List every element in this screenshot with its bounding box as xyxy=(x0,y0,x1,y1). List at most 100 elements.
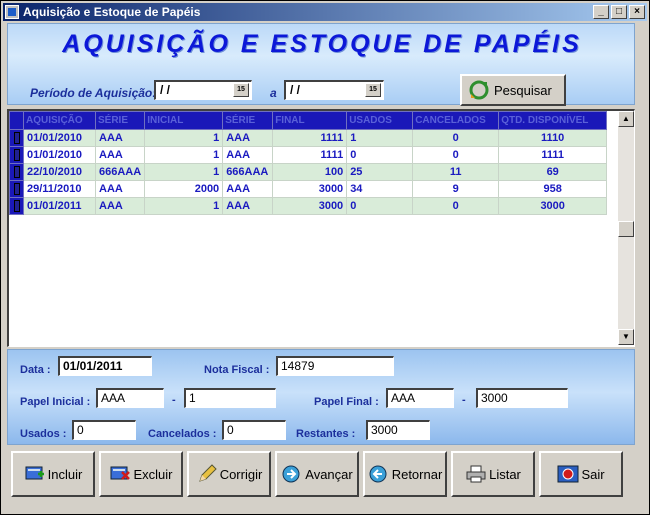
cancelados-field[interactable]: 0 xyxy=(222,420,286,440)
usados-field[interactable]: 0 xyxy=(72,420,136,440)
row-indicator[interactable] xyxy=(9,180,24,198)
corrigir-button[interactable]: Corrigir xyxy=(187,451,271,497)
cell-usados[interactable]: 34 xyxy=(346,180,414,198)
grid-header-row: AQUISIÇÃO SÉRIE INICIAL SÉRIE FINAL USAD… xyxy=(9,111,608,130)
cell-usados[interactable]: 1 xyxy=(346,129,414,147)
papel-inicial-num-field[interactable]: 1 xyxy=(184,388,276,408)
close-button[interactable]: × xyxy=(629,5,645,19)
row-indicator[interactable] xyxy=(9,129,24,147)
calendar-to-icon[interactable]: 15 xyxy=(365,83,381,97)
cell-final[interactable]: 1111 xyxy=(272,129,348,147)
table-row[interactable]: 01/01/2011 AAA 1 AAA 3000 0 0 3000 xyxy=(9,197,608,215)
cell-cancelados[interactable]: 0 xyxy=(412,146,500,164)
col-header-aquisicao[interactable]: AQUISIÇÃO xyxy=(23,111,96,130)
cell-serie-final[interactable]: AAA xyxy=(222,146,274,164)
cell-usados[interactable]: 0 xyxy=(346,197,414,215)
col-header-cancelados[interactable]: CANCELADOS xyxy=(412,111,500,130)
cell-qtd-disponivel[interactable]: 3000 xyxy=(498,197,608,215)
cell-inicial[interactable]: 1 xyxy=(144,163,224,181)
restantes-value: 3000 xyxy=(371,423,398,437)
cell-cancelados[interactable]: 9 xyxy=(412,180,500,198)
grid-indicator-header xyxy=(9,111,24,130)
nota-fiscal-field[interactable]: 14879 xyxy=(276,356,394,376)
row-indicator[interactable] xyxy=(9,146,24,164)
date-to-input[interactable]: / / 15 xyxy=(284,80,384,100)
table-row[interactable]: 01/01/2010 AAA 1 AAA 1111 1 0 1110 xyxy=(9,129,608,147)
cell-aquisicao[interactable]: 01/01/2010 xyxy=(23,129,96,147)
cell-aquisicao[interactable]: 22/10/2010 xyxy=(23,163,96,181)
cell-serie-final[interactable]: 666AAA xyxy=(222,163,274,181)
cell-qtd-disponivel[interactable]: 1110 xyxy=(498,129,608,147)
scroll-thumb[interactable] xyxy=(618,221,634,237)
acquisitions-grid[interactable]: AQUISIÇÃO SÉRIE INICIAL SÉRIE FINAL USAD… xyxy=(7,109,635,347)
scroll-up-icon[interactable]: ▲ xyxy=(618,111,634,127)
avancar-button[interactable]: Avançar xyxy=(275,451,359,497)
nota-fiscal-value: 14879 xyxy=(281,359,315,373)
cell-qtd-disponivel[interactable]: 69 xyxy=(498,163,608,181)
cell-serie-inicial[interactable]: AAA xyxy=(95,129,146,147)
cell-aquisicao[interactable]: 01/01/2010 xyxy=(23,146,96,164)
incluir-button[interactable]: Incluir xyxy=(11,451,95,497)
minimize-button[interactable]: _ xyxy=(593,5,609,19)
col-header-inicial[interactable]: INICIAL xyxy=(144,111,224,130)
col-header-serie-inicial[interactable]: SÉRIE xyxy=(94,111,146,130)
cell-inicial[interactable]: 1 xyxy=(144,129,224,147)
papel-inicial-serie-value: AAA xyxy=(101,391,126,405)
papel-inicial-serie-field[interactable]: AAA xyxy=(96,388,164,408)
title-bar[interactable]: Aquisição e Estoque de Papéis _ □ × xyxy=(3,3,647,21)
table-row[interactable]: 01/01/2010 AAA 1 AAA 1111 0 0 1111 xyxy=(9,146,608,164)
papel-final-serie-field[interactable]: AAA xyxy=(386,388,454,408)
papel-final-num-value: 3000 xyxy=(481,391,508,405)
cell-qtd-disponivel[interactable]: 958 xyxy=(498,180,608,198)
cell-inicial[interactable]: 1 xyxy=(144,146,224,164)
search-button[interactable]: Pesquisar xyxy=(460,74,566,106)
grid-vertical-scrollbar[interactable]: ▲ ▼ xyxy=(618,111,634,345)
row-indicator[interactable] xyxy=(9,197,24,215)
table-row[interactable]: 29/11/2010 AAA 2000 AAA 3000 34 9 958 xyxy=(9,180,608,198)
cell-cancelados[interactable]: 0 xyxy=(412,129,500,147)
cell-aquisicao[interactable]: 29/11/2010 xyxy=(23,180,96,198)
col-header-qtd-disponivel[interactable]: QTD. DISPONÍVEL xyxy=(498,111,608,130)
papel-final-num-field[interactable]: 3000 xyxy=(476,388,568,408)
incluir-label: Incluir xyxy=(47,466,83,482)
listar-button[interactable]: Listar xyxy=(451,451,535,497)
cell-serie-final[interactable]: AAA xyxy=(222,197,274,215)
cell-serie-final[interactable]: AAA xyxy=(222,129,274,147)
cell-final[interactable]: 1111 xyxy=(272,146,348,164)
date-from-input[interactable]: / / 15 xyxy=(154,80,252,100)
cell-inicial[interactable]: 2000 xyxy=(144,180,224,198)
col-header-serie-final[interactable]: SÉRIE xyxy=(222,111,274,130)
sair-button[interactable]: Sair xyxy=(539,451,623,497)
add-record-icon xyxy=(25,466,44,480)
table-row[interactable]: 22/10/2010 666AAA 1 666AAA 100 25 11 69 xyxy=(9,163,608,181)
header-panel: AQUISIÇÃO E ESTOQUE DE PAPÉIS Período de… xyxy=(7,23,635,106)
scroll-down-icon[interactable]: ▼ xyxy=(618,329,634,345)
cell-usados[interactable]: 25 xyxy=(346,163,414,181)
arrow-left-icon xyxy=(369,465,387,483)
cell-serie-final[interactable]: AAA xyxy=(222,180,274,198)
cell-inicial[interactable]: 1 xyxy=(144,197,224,215)
cell-final[interactable]: 100 xyxy=(272,163,348,181)
cell-final[interactable]: 3000 xyxy=(272,180,348,198)
cell-serie-inicial[interactable]: AAA xyxy=(95,197,146,215)
retornar-button[interactable]: Retornar xyxy=(363,451,447,497)
cell-serie-inicial[interactable]: AAA xyxy=(95,180,146,198)
cell-final[interactable]: 3000 xyxy=(272,197,348,215)
cell-serie-inicial[interactable]: 666AAA xyxy=(95,163,146,181)
usados-value: 0 xyxy=(77,423,84,437)
cell-serie-inicial[interactable]: AAA xyxy=(95,146,146,164)
cell-qtd-disponivel[interactable]: 1111 xyxy=(498,146,608,164)
excluir-button[interactable]: Excluir xyxy=(99,451,183,497)
maximize-button[interactable]: □ xyxy=(611,5,627,19)
restantes-field[interactable]: 3000 xyxy=(366,420,430,440)
cell-usados[interactable]: 0 xyxy=(346,146,414,164)
cell-cancelados[interactable]: 0 xyxy=(412,197,500,215)
cell-aquisicao[interactable]: 01/01/2011 xyxy=(23,197,96,215)
period-label-text: Período de Aquisição: xyxy=(30,86,157,100)
calendar-from-icon[interactable]: 15 xyxy=(233,83,249,97)
cell-cancelados[interactable]: 11 xyxy=(412,163,500,181)
col-header-usados[interactable]: USADOS xyxy=(346,111,414,130)
row-indicator[interactable] xyxy=(9,163,24,181)
data-field[interactable]: 01/01/2011 xyxy=(58,356,152,376)
col-header-final[interactable]: FINAL xyxy=(272,111,348,130)
